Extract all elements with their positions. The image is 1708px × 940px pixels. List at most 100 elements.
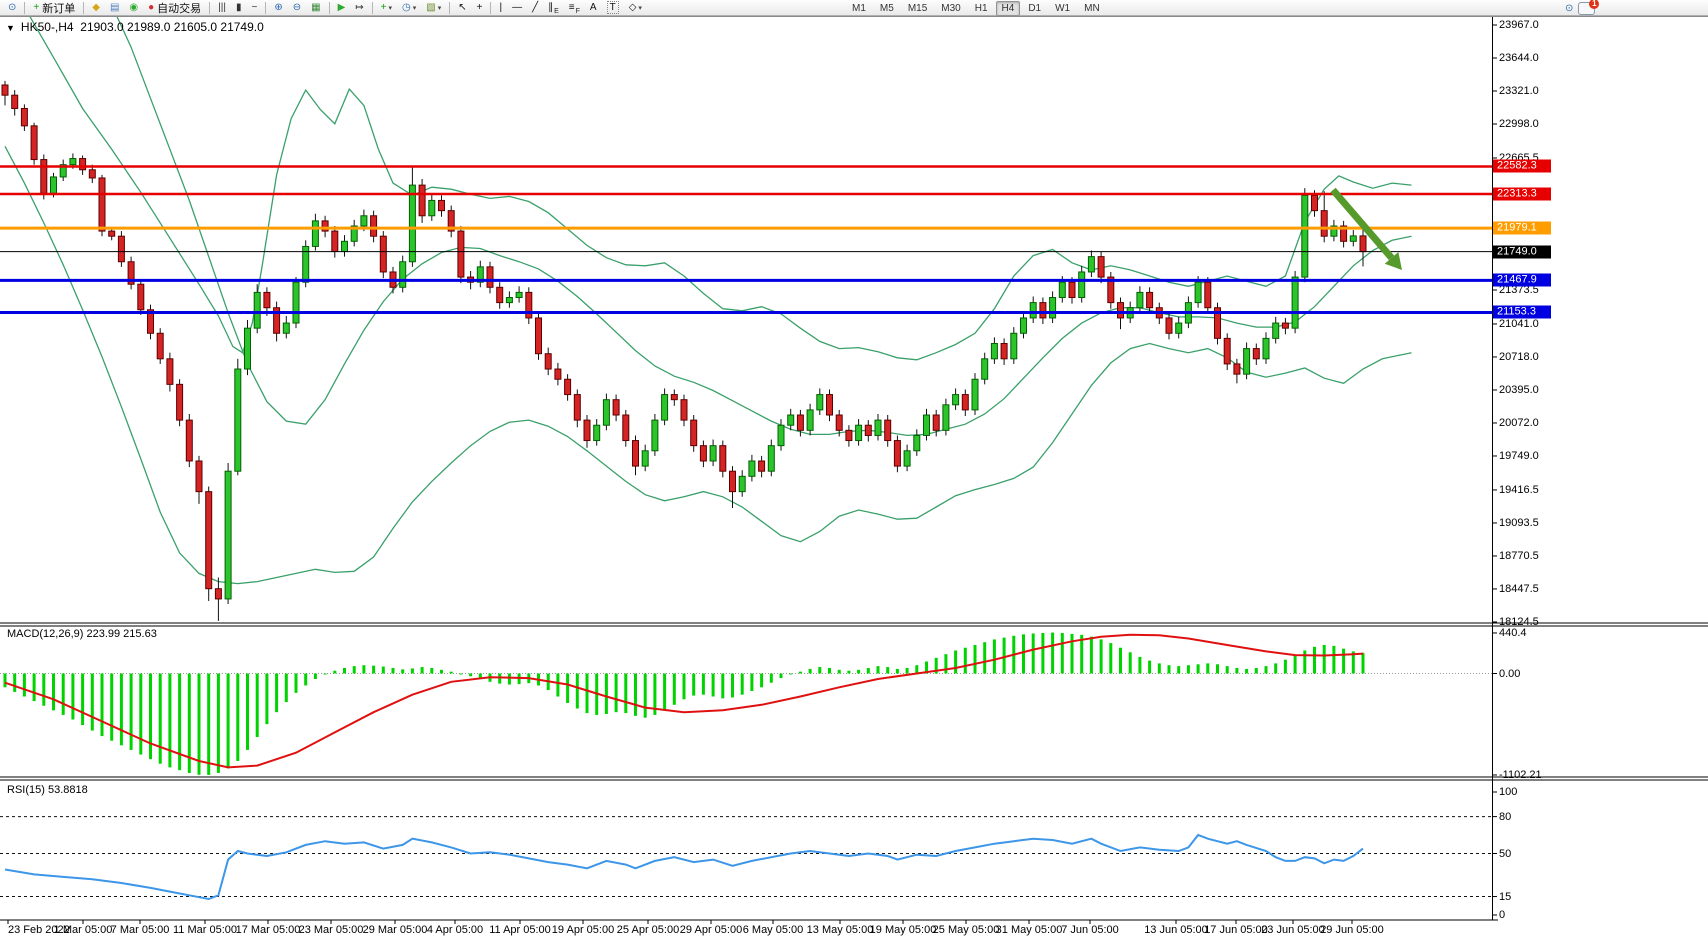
trendline-tool[interactable]: ╱ [528, 0, 542, 16]
chevron-down-icon[interactable]: ▾ [638, 4, 642, 12]
horizontal-line-tool[interactable]: — [508, 0, 526, 16]
market-watch-icon[interactable]: ◆ [88, 0, 104, 16]
bear-candle [720, 446, 726, 472]
timeframe-m5[interactable]: M5 [874, 1, 900, 16]
bar-chart-icon[interactable]: ||| [214, 0, 230, 16]
zoom-out-icon[interactable]: ⊖ [289, 0, 305, 16]
toolbar-separator [83, 2, 84, 14]
timeframe-h4[interactable]: H4 [996, 1, 1021, 16]
bear-candle [264, 292, 270, 307]
signals-icon[interactable]: ◉ [125, 0, 142, 16]
bear-candle [1098, 257, 1104, 277]
macd-histogram-bar [847, 671, 850, 674]
cursor-tool[interactable]: ↖ [454, 0, 470, 16]
bull-candle [1292, 277, 1298, 328]
zoom-in-icon-glyph: ⊕ [274, 1, 282, 14]
data-window-icon[interactable]: ▤ [106, 0, 123, 16]
macd-histogram-bar [498, 674, 501, 684]
toolbar-separator [372, 2, 373, 14]
toolbar-separator [329, 2, 330, 14]
new-order-button[interactable]: +新订单 [29, 0, 79, 16]
bull-candle [1079, 272, 1085, 298]
macd-histogram-bar [644, 674, 647, 718]
text-tool[interactable]: A [586, 0, 601, 16]
bull-candle [1273, 323, 1279, 338]
macd-histogram-bar [411, 668, 414, 673]
bear-candle [827, 395, 833, 415]
toolbar-separator [490, 2, 491, 14]
bull-candle [254, 292, 260, 328]
tile-windows-icon[interactable]: ▦ [307, 0, 324, 16]
macd-histogram-bar [683, 674, 686, 700]
periods-icon[interactable]: ◷▾ [398, 0, 420, 16]
macd-histogram-bar [256, 674, 259, 738]
indicators-icon[interactable]: +▾ [377, 0, 396, 16]
bull-candle [642, 451, 648, 466]
chart-canvas[interactable] [0, 0, 1708, 940]
fibonacci-tool[interactable]: ≡F [565, 0, 584, 16]
macd-histogram-bar [1216, 664, 1219, 673]
auto-scroll-icon[interactable]: ▶ [334, 0, 350, 16]
macd-histogram-bar [857, 670, 860, 674]
macd-histogram-bar [1177, 666, 1180, 673]
chevron-down-icon[interactable]: ▾ [389, 4, 393, 12]
mt4-window: ⊙ +新订单 ◆▤◉●自动交易 |||▮~ ⊕ ⊖ ▦ ▶↦ +▾◷▾▧▾ ↖ + |—╱∥E≡FAT… [0, 0, 1708, 940]
macd-histogram-bar [246, 674, 249, 750]
fibonacci-glyph: ≡ [569, 1, 575, 14]
macd-histogram-bar [838, 670, 841, 674]
templates-icon[interactable]: ▧▾ [422, 0, 445, 16]
macd-histogram-bar [1090, 637, 1093, 674]
bull-candle [710, 446, 716, 461]
bull-candle [739, 476, 745, 491]
crosshair-glyph: + [477, 1, 483, 14]
chart-shift-icon[interactable]: ↦ [351, 0, 367, 16]
bull-candle [1195, 282, 1201, 302]
timeframe-d1[interactable]: D1 [1022, 1, 1047, 16]
line-chart-icon[interactable]: ~ [247, 0, 261, 16]
bear-candle [584, 420, 590, 440]
macd-histogram-bar [217, 674, 220, 773]
macd-histogram-bar [139, 674, 142, 755]
channel-tool[interactable]: ∥E [544, 0, 563, 16]
timeframe-w1[interactable]: W1 [1049, 1, 1076, 16]
macd-histogram-bar [1071, 634, 1074, 674]
macd-histogram-bar [1032, 633, 1035, 673]
arrows-tool[interactable]: ◇▾ [625, 0, 646, 16]
timeframe-m1[interactable]: M1 [846, 1, 872, 16]
bear-candle [41, 160, 47, 194]
macd-histogram-bar [430, 668, 433, 674]
macd-histogram-bar [110, 674, 113, 741]
macd-histogram-bar [624, 674, 627, 714]
auto-trading-button[interactable]: ●自动交易 [144, 0, 205, 16]
macd-histogram-bar [867, 668, 870, 674]
chevron-down-icon[interactable]: ▾ [438, 4, 442, 12]
timeframe-h1[interactable]: H1 [969, 1, 994, 16]
vertical-line-tool[interactable]: | [495, 0, 506, 16]
macd-histogram-bar [1061, 633, 1064, 674]
bull-candle [662, 395, 668, 421]
candlestick-chart-icon[interactable]: ▮ [232, 0, 246, 16]
timeframe-mn[interactable]: MN [1078, 1, 1106, 16]
macd-histogram-bar [886, 667, 889, 673]
toolbar-separator [449, 2, 450, 14]
search-icon[interactable]: ⊙ [1561, 0, 1577, 16]
chevron-down-icon[interactable]: ▾ [413, 4, 417, 12]
zoom-out-icon-glyph: ⊖ [293, 1, 301, 14]
symbol-preview-icon[interactable]: ⊙ [4, 0, 20, 16]
bull-candle [652, 420, 658, 451]
zoom-in-icon[interactable]: ⊕ [270, 0, 286, 16]
bear-candle [497, 287, 503, 302]
macd-histogram-bar [1342, 649, 1345, 674]
macd-histogram-bar [469, 674, 472, 677]
macd-histogram-bar [440, 670, 443, 674]
toolbar-separator [24, 2, 25, 14]
bear-candle [962, 395, 968, 410]
bull-candle [875, 420, 881, 435]
timeframe-m30[interactable]: M30 [935, 1, 966, 16]
timeframe-m15[interactable]: M15 [902, 1, 933, 16]
text-label-tool[interactable]: T [603, 0, 623, 16]
macd-histogram-bar [42, 674, 45, 706]
notifications-icon[interactable]: 1 [1578, 2, 1595, 15]
bollinger-middle-line [117, 16, 1412, 436]
crosshair-tool[interactable]: + [473, 0, 487, 16]
